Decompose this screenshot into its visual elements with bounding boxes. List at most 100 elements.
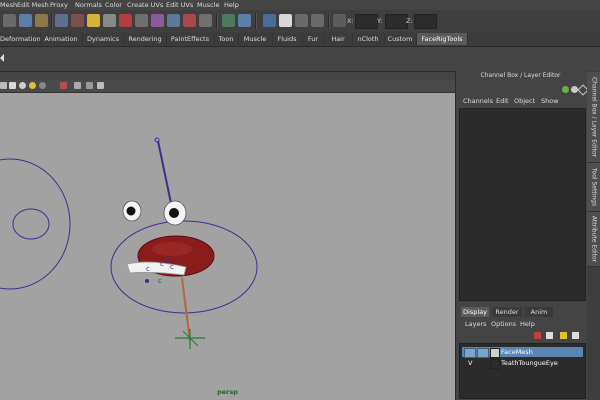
tab-painteffects[interactable]: PaintEffects [166, 33, 215, 45]
backface-icon[interactable] [97, 82, 104, 89]
deformer-icon[interactable] [135, 14, 148, 27]
tab-fluids[interactable]: Fluids [272, 33, 303, 45]
camera-icon[interactable] [183, 14, 196, 27]
joint-icon[interactable] [151, 14, 164, 27]
z-label: Z: [406, 17, 413, 25]
tab-facerigtools[interactable]: FaceRigTools [417, 33, 468, 45]
light-icon[interactable] [167, 14, 180, 27]
menu-color[interactable]: Color [105, 1, 122, 9]
mouth-highlight [152, 242, 192, 256]
tab-toon[interactable]: Toon [214, 33, 239, 45]
control-circle[interactable] [12, 208, 50, 240]
tab-custom[interactable]: Custom [384, 33, 417, 45]
layer-row[interactable]: V TeathToungueEye [462, 358, 583, 369]
shelf-scroll-left-icon[interactable] [0, 54, 4, 62]
menu-options[interactable]: Options [491, 320, 516, 328]
textured-icon[interactable] [19, 82, 26, 89]
layer-row[interactable]: FaceMesh [462, 347, 583, 358]
layer-sort-icon[interactable] [560, 332, 567, 339]
menu-help[interactable]: Help [520, 320, 535, 328]
menu-help[interactable]: Help [224, 1, 239, 9]
lip-control[interactable]: c [146, 265, 150, 273]
divider [216, 13, 218, 29]
menu-edit-mesh[interactable]: Edit Mesh [17, 1, 49, 9]
visibility-toggle[interactable] [464, 348, 476, 358]
shelf-content [0, 47, 600, 72]
select-hierarchy-icon[interactable] [3, 14, 16, 27]
select-component-icon[interactable] [35, 14, 48, 27]
tab-rendering[interactable]: Rendering [124, 33, 167, 45]
stick-top-handle[interactable] [154, 137, 160, 143]
tab-muscle[interactable]: Muscle [238, 33, 273, 45]
pick-handle-icon[interactable] [71, 14, 84, 27]
tab-dynamics[interactable]: Dynamics [82, 33, 125, 45]
status-line: X: Y: Z: [0, 10, 600, 33]
new-layer-icon[interactable] [534, 332, 541, 339]
menu-muscle[interactable]: Muscle [197, 1, 220, 9]
lip-control[interactable]: c [158, 277, 162, 285]
viewport-3d[interactable]: c c d c c [0, 93, 455, 400]
select-object-icon[interactable] [19, 14, 32, 27]
display-type-toggle[interactable] [477, 348, 489, 358]
menu-mesh[interactable]: Mesh [0, 1, 17, 9]
lights-icon[interactable] [29, 82, 36, 89]
z-field[interactable] [414, 14, 437, 29]
lip-control[interactable]: c [170, 263, 174, 271]
ipr-icon[interactable] [295, 14, 308, 27]
tab-channel-box-layer-editor[interactable]: Channel Box / Layer Editor [587, 72, 600, 163]
lip-control[interactable] [145, 279, 149, 283]
menu-object[interactable]: Object [514, 97, 535, 105]
menu-channels[interactable]: Channels [463, 97, 493, 105]
menu-edit[interactable]: Edit [496, 97, 509, 105]
channel-list-area[interactable] [459, 108, 586, 301]
control-circle[interactable] [0, 158, 71, 290]
layer-options-icon[interactable] [572, 332, 579, 339]
layer-color-swatch[interactable] [490, 348, 500, 358]
channel-box-option-icon[interactable] [562, 86, 569, 93]
lip-control[interactable]: c [160, 260, 164, 268]
lip-control[interactable]: d [165, 257, 169, 265]
wireframe-icon[interactable] [0, 82, 7, 89]
menu-normals[interactable]: Normals [75, 1, 102, 9]
surface-icon[interactable] [119, 14, 132, 27]
tab-ncloth[interactable]: nCloth [352, 33, 385, 45]
menu-edit-uvs[interactable]: Edit UVs [166, 1, 193, 9]
curve-icon[interactable] [103, 14, 116, 27]
tab-anim[interactable]: Anim [525, 307, 553, 317]
menu-create-uvs[interactable]: Create UVs [127, 1, 163, 9]
menu-proxy[interactable]: Proxy [50, 1, 68, 9]
y-field[interactable] [385, 14, 408, 29]
tab-attribute-editor[interactable]: Attribute Editor [587, 212, 600, 267]
snap-curve-icon[interactable] [238, 14, 251, 27]
tab-animation[interactable]: Animation [40, 33, 83, 45]
right-pupil [169, 208, 179, 218]
tab-deformation[interactable]: Deformation [0, 33, 41, 45]
isolate-select-icon[interactable] [60, 82, 67, 89]
x-field[interactable] [355, 14, 378, 29]
snap-grid-icon[interactable] [222, 14, 235, 27]
layer-color-swatch[interactable] [490, 359, 500, 369]
shadows-icon[interactable] [39, 82, 46, 89]
new-layer-selected-icon[interactable] [546, 332, 553, 339]
menu-show[interactable]: Show [541, 97, 559, 105]
visibility-flag[interactable]: V [468, 359, 472, 367]
scene-canvas[interactable]: c c d c c [0, 93, 455, 400]
texture-icon[interactable] [199, 14, 212, 27]
tab-tool-settings[interactable]: Tool Settings [587, 163, 600, 212]
tab-hair[interactable]: Hair [324, 33, 353, 45]
input-line-icon[interactable] [333, 14, 346, 27]
tab-display[interactable]: Display [461, 307, 489, 317]
xray-joints-icon[interactable] [86, 82, 93, 89]
menu-layers[interactable]: Layers [465, 320, 487, 328]
tab-render[interactable]: Render [492, 307, 522, 317]
xray-icon[interactable] [74, 82, 81, 89]
channel-box-title: Channel Box / Layer Editor [480, 72, 561, 79]
render-settings-icon[interactable] [311, 14, 324, 27]
smooth-shade-icon[interactable] [9, 82, 16, 89]
tab-label: Channel Box / Layer Editor [590, 77, 597, 157]
render-icon[interactable] [279, 14, 292, 27]
history-icon[interactable] [263, 14, 276, 27]
question-icon[interactable] [87, 14, 100, 27]
pick-mask-icon[interactable] [55, 14, 68, 27]
tab-fur[interactable]: Fur [302, 33, 325, 45]
